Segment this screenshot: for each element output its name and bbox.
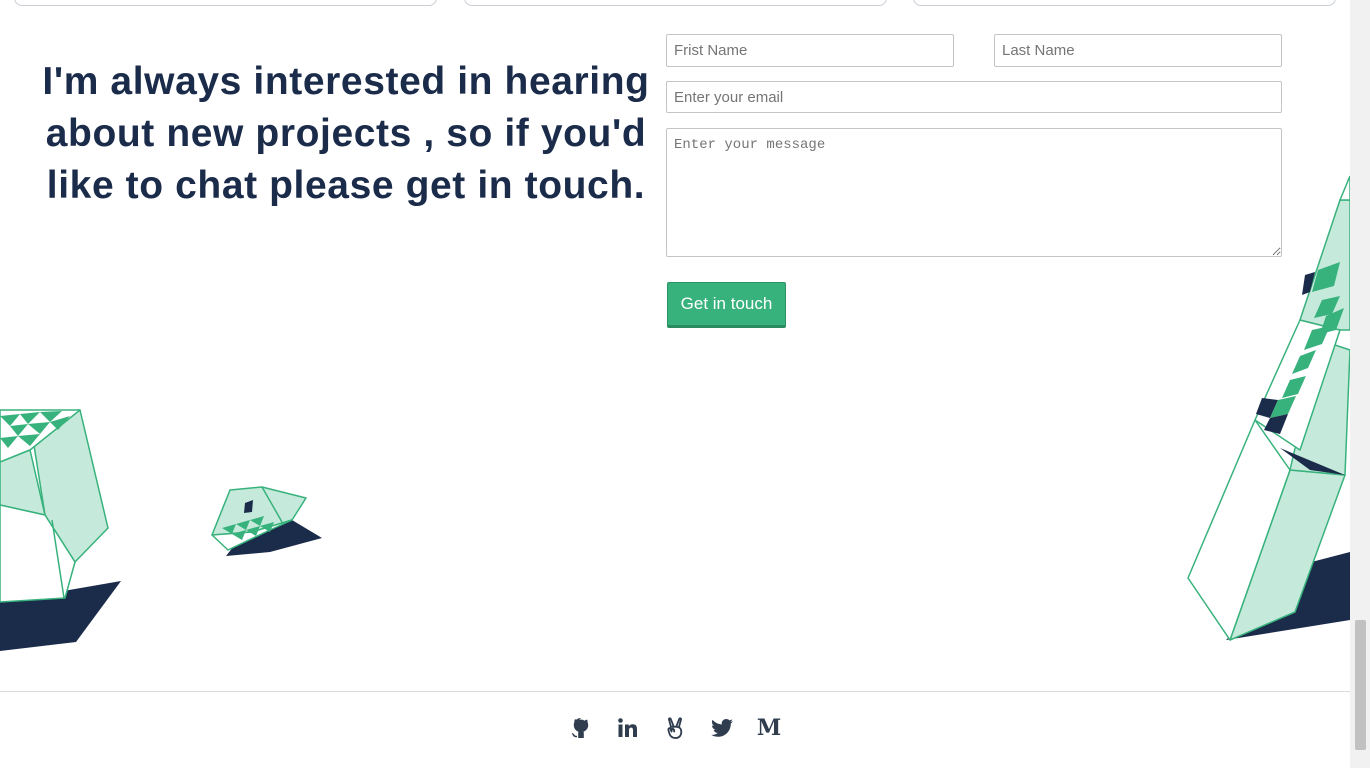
linkedin-icon	[618, 718, 637, 737]
small-crystal	[211, 486, 322, 556]
first-name-input[interactable]	[666, 34, 954, 67]
medium-icon: M	[756, 715, 782, 741]
message-textarea[interactable]	[666, 128, 1282, 257]
last-name-input[interactable]	[994, 34, 1282, 67]
angellist-icon	[667, 717, 683, 739]
contact-headline: I'm always interested in hearing about n…	[42, 60, 650, 207]
page-scrollbar[interactable]	[1350, 0, 1370, 768]
github-link[interactable]	[568, 714, 594, 742]
twitter-icon	[711, 719, 733, 737]
medium-link[interactable]: M	[756, 714, 782, 742]
footer-divider	[0, 691, 1350, 692]
email-input[interactable]	[666, 81, 1282, 113]
github-icon	[572, 718, 589, 738]
scrollbar-thumb[interactable]	[1355, 620, 1366, 750]
get-in-touch-button[interactable]: Get in touch	[667, 282, 786, 328]
social-links: M	[568, 714, 782, 742]
contact-page: I'm always interested in hearing about n…	[0, 0, 1370, 768]
twitter-link[interactable]	[709, 714, 735, 742]
angellist-link[interactable]	[662, 714, 688, 742]
linkedin-link[interactable]	[615, 714, 641, 742]
left-crystal	[0, 409, 121, 651]
